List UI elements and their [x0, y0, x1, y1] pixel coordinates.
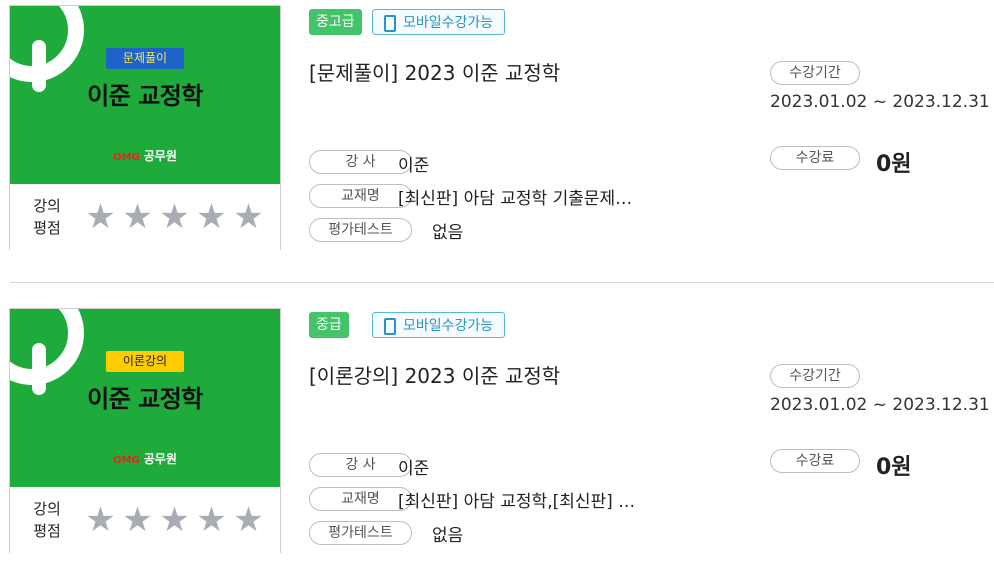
- evaluation-test-label: 평가테스트: [309, 218, 412, 242]
- category-badge: 이론강의: [106, 351, 184, 372]
- level-badge: 중급: [309, 312, 349, 338]
- textbook-name[interactable]: [최신판] 아담 교정학,[최신판] …: [398, 487, 635, 512]
- brand-mark: OMG: [113, 455, 140, 466]
- evaluation-test-value: 없음: [432, 526, 464, 546]
- thumbnail-image[interactable]: 이론강의 이준 교정학 OMG 공무원: [10, 309, 280, 487]
- star-icon: ★: [85, 500, 116, 540]
- period-value: 2023.01.02 ~ 2023.12.31: [770, 395, 990, 415]
- mobile-available-label: 모바일수강가능: [403, 15, 494, 31]
- star-icon: ★: [159, 197, 190, 237]
- rating-label-line2: 평점: [33, 522, 61, 540]
- rating-label: 강의 평점: [30, 195, 64, 239]
- mobile-available-label: 모바일수강가능: [403, 318, 494, 334]
- star-icon: ★: [196, 500, 227, 540]
- divider: [10, 282, 994, 283]
- fee-value: 0원: [876, 152, 912, 177]
- brand-name: 공무원: [143, 452, 177, 466]
- course-item: 문제풀이 이준 교정학 OMG 공무원 강의 평점 ★ ★ ★ ★ ★ 중고급 모…: [0, 0, 994, 284]
- ring-logo-icon: [10, 6, 84, 82]
- brand-logo: OMG 공무원: [10, 147, 280, 164]
- lecture-rating: 강의 평점 ★ ★ ★ ★ ★: [10, 184, 280, 250]
- star-icon: ★: [159, 500, 190, 540]
- instructor-name: 이준: [398, 459, 430, 479]
- mobile-phone-icon: [384, 15, 396, 32]
- rating-label-line1: 강의: [33, 197, 61, 215]
- course-title-link[interactable]: [이론강의] 2023 이준 교정학: [309, 360, 560, 389]
- textbook-label: 교재명: [309, 184, 412, 208]
- rating-label: 강의 평점: [30, 498, 64, 542]
- thumbnail-title: 이준 교정학: [87, 82, 203, 110]
- ring-logo-icon: [10, 309, 84, 385]
- brand-mark: OMG: [113, 152, 140, 163]
- brand-name: 공무원: [143, 149, 177, 163]
- instructor-name: 이준: [398, 156, 430, 176]
- rating-label-line1: 강의: [33, 500, 61, 518]
- fee-value: 0원: [876, 455, 912, 480]
- rating-stars: ★ ★ ★ ★ ★: [82, 503, 267, 537]
- lecture-rating: 강의 평점 ★ ★ ★ ★ ★: [10, 487, 280, 553]
- star-icon: ★: [122, 197, 153, 237]
- evaluation-test-label: 평가테스트: [309, 521, 412, 545]
- evaluation-test-value: 없음: [432, 223, 464, 243]
- star-icon: ★: [233, 197, 264, 237]
- course-thumbnail[interactable]: 문제풀이 이준 교정학 OMG 공무원 강의 평점 ★ ★ ★ ★ ★: [9, 5, 281, 250]
- course-thumbnail[interactable]: 이론강의 이준 교정학 OMG 공무원 강의 평점 ★ ★ ★ ★ ★: [9, 308, 281, 553]
- instructor-label: 강 사: [309, 150, 412, 174]
- course-item: 이론강의 이준 교정학 OMG 공무원 강의 평점 ★ ★ ★ ★ ★ 중급 모바…: [0, 303, 994, 587]
- textbook-name[interactable]: [최신판] 아담 교정학 기출문제…: [398, 184, 632, 209]
- brand-logo: OMG 공무원: [10, 450, 280, 467]
- level-badge: 중고급: [309, 9, 362, 35]
- star-icon: ★: [85, 197, 116, 237]
- period-label: 수강기간: [770, 61, 860, 85]
- thumbnail-title: 이준 교정학: [87, 385, 203, 413]
- mobile-phone-icon: [384, 318, 396, 335]
- instructor-label: 강 사: [309, 453, 412, 477]
- star-icon: ★: [122, 500, 153, 540]
- rating-label-line2: 평점: [33, 219, 61, 237]
- star-icon: ★: [233, 500, 264, 540]
- mobile-available-badge: 모바일수강가능: [372, 9, 506, 35]
- period-value: 2023.01.02 ~ 2023.12.31: [770, 92, 990, 112]
- category-badge: 문제풀이: [106, 48, 184, 69]
- fee-label: 수강료: [770, 449, 860, 473]
- mobile-available-badge: 모바일수강가능: [372, 312, 506, 338]
- rating-stars: ★ ★ ★ ★ ★: [82, 200, 267, 234]
- course-title-link[interactable]: [문제풀이] 2023 이준 교정학: [309, 57, 560, 86]
- star-icon: ★: [196, 197, 227, 237]
- fee-label: 수강료: [770, 146, 860, 170]
- period-label: 수강기간: [770, 364, 860, 388]
- thumbnail-image[interactable]: 문제풀이 이준 교정학 OMG 공무원: [10, 6, 280, 184]
- textbook-label: 교재명: [309, 487, 412, 511]
